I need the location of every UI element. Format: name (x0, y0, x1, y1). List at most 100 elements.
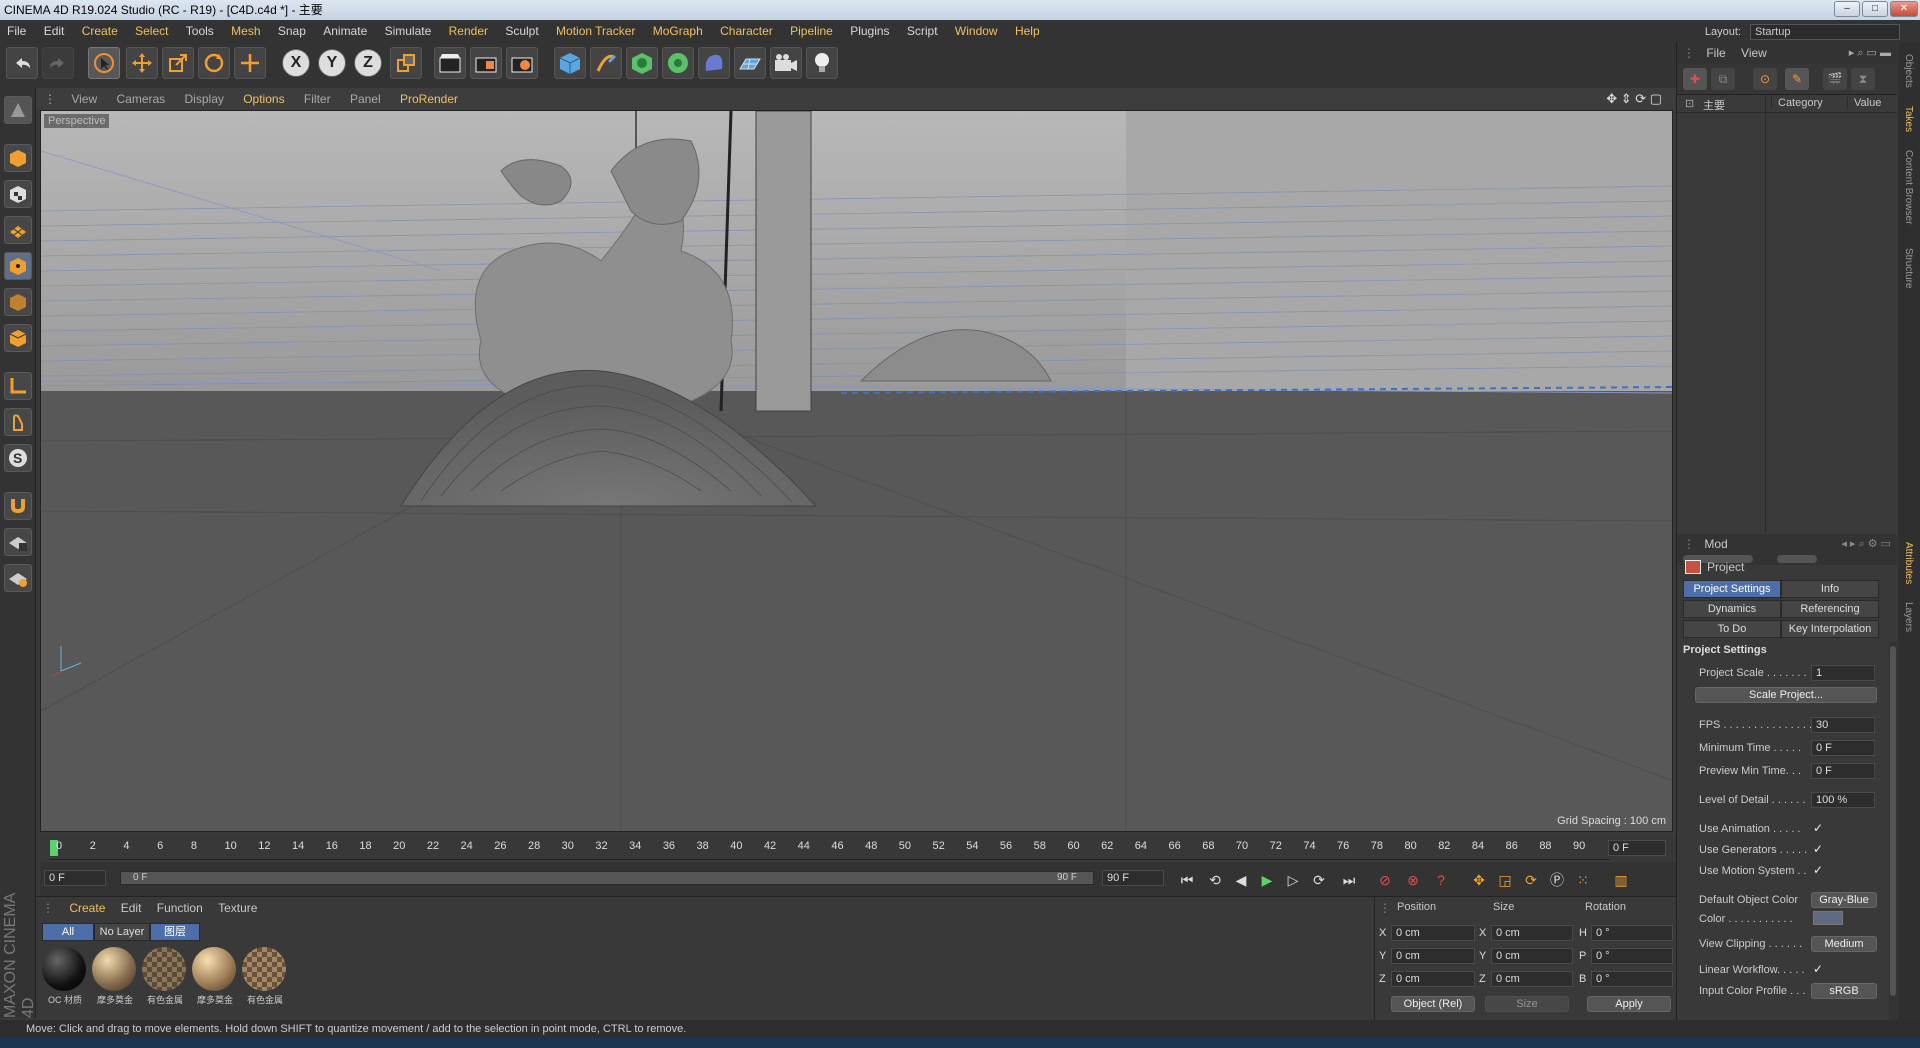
tab-key-interpolation[interactable]: Key Interpolation (1781, 620, 1879, 638)
menu-script[interactable]: Script (900, 20, 945, 42)
expand-icon[interactable]: ⊡ (1685, 97, 1694, 110)
viewport-menu-display[interactable]: Display (177, 88, 232, 110)
side-tab-objects[interactable]: Objects (1903, 54, 1914, 88)
rotate-icon[interactable] (198, 47, 230, 79)
minimum-time-field[interactable]: 0 F (1811, 740, 1875, 756)
render-to-picture-viewer-icon[interactable] (470, 47, 502, 79)
solo-mode-icon[interactable]: S (4, 444, 32, 472)
menu-motion-tracker[interactable]: Motion Tracker (549, 20, 642, 42)
close-button[interactable]: ✕ (1890, 1, 1918, 17)
tweak-mode-icon[interactable] (4, 408, 32, 436)
viewport-menu-options[interactable]: Options (235, 88, 292, 110)
record-position-icon[interactable]: ✥ (1468, 870, 1490, 890)
cube-primitive-icon[interactable] (554, 47, 586, 79)
objects-toolbar-icons[interactable]: ▸ ⌕ ▭ ▬ (1849, 42, 1891, 64)
size-z-field[interactable]: 0 cm (1491, 971, 1573, 987)
attributes-toolbar-icons[interactable]: ◂ ▸ ⌕ ⚙ ▭ (1841, 534, 1891, 554)
next-frame-icon[interactable]: ▷ (1282, 870, 1304, 890)
frame-range-slider[interactable]: 0 F 90 F (120, 871, 1094, 885)
workplane-align-icon[interactable] (4, 564, 32, 592)
input-color-profile-dropdown[interactable]: sRGB (1811, 983, 1877, 999)
render-settings-icon[interactable] (506, 47, 538, 79)
timeline-ruler[interactable]: 0 2 4 6 8 10 12 14 16 18 20 22 24 26 28 30 32 34 36 38 40 42 4… (40, 836, 1676, 860)
tab-referencing[interactable]: Referencing (1781, 600, 1879, 618)
take-new-icon[interactable]: ✚ (1683, 68, 1707, 90)
goto-end-icon[interactable]: ⏭ (1338, 870, 1360, 890)
y-axis-lock-icon[interactable]: Y (318, 49, 346, 77)
apply-button[interactable]: Apply (1587, 996, 1671, 1012)
record-active-objects-icon[interactable]: ⊘ (1374, 870, 1396, 890)
menu-file[interactable]: File (0, 20, 33, 42)
material-item[interactable]: 摩多莫金 (92, 947, 138, 1009)
menu-sculpt[interactable]: Sculpt (498, 20, 545, 42)
workplane-lock-icon[interactable] (4, 528, 32, 556)
side-tab-takes[interactable]: Takes (1903, 106, 1914, 132)
viewport-menu-cameras[interactable]: Cameras (108, 88, 173, 110)
filter-no-layer-tab[interactable]: No Layer (94, 923, 150, 941)
tab-project-settings[interactable]: Project Settings (1683, 580, 1781, 598)
viewport-perspective[interactable]: Perspective Grid Spacing : 100 cm (40, 110, 1673, 832)
x-axis-lock-icon[interactable]: X (282, 49, 310, 77)
viewport-nav-icons[interactable]: ✥ ⇕ ⟳ ▢ (1598, 88, 1670, 110)
side-tab-layers[interactable]: Layers (1903, 602, 1914, 632)
model-mode-icon[interactable] (4, 144, 32, 172)
record-scale-icon[interactable]: ◲ (1494, 870, 1516, 890)
side-tab-structure[interactable]: Structure (1903, 248, 1914, 289)
material-menu-edit[interactable]: Edit (115, 897, 148, 919)
redo-icon[interactable] (42, 47, 74, 79)
scale-project-button[interactable]: Scale Project... (1695, 687, 1877, 703)
filter-all-tab[interactable]: All (42, 923, 94, 941)
take-override-icon[interactable]: ⊙ (1753, 68, 1777, 90)
scrollbar-thumb[interactable] (1890, 646, 1896, 996)
material-menu-function[interactable]: Function (151, 897, 209, 919)
rotation-b-field[interactable]: 0 ° (1591, 971, 1673, 987)
take-render-icon[interactable]: 🎬 (1823, 68, 1847, 90)
size-mode-dropdown[interactable]: Size (1485, 996, 1569, 1012)
position-y-field[interactable]: 0 cm (1391, 948, 1475, 964)
render-view-icon[interactable] (434, 47, 466, 79)
edges-mode-icon[interactable] (4, 288, 32, 316)
make-editable-icon[interactable] (4, 96, 32, 124)
menu-mograph[interactable]: MoGraph (646, 20, 710, 42)
scrollbar-thumb[interactable] (1777, 555, 1817, 563)
deformer-icon[interactable] (698, 47, 730, 79)
fps-field[interactable]: 30 (1811, 717, 1875, 733)
keyframe-selection-icon[interactable]: ? (1430, 870, 1452, 890)
menu-window[interactable]: Window (948, 20, 1005, 42)
viewport-menu-view[interactable]: View (63, 88, 105, 110)
menu-animate[interactable]: Animate (316, 20, 374, 42)
scale-icon[interactable] (162, 47, 194, 79)
minimize-button[interactable]: – (1834, 1, 1860, 17)
timeline-end-field[interactable]: 90 F (1102, 870, 1164, 886)
takes-root-item[interactable]: 主要 (1703, 97, 1725, 113)
camera-icon[interactable] (770, 47, 802, 79)
light-icon[interactable] (806, 47, 838, 79)
color-swatch[interactable] (1813, 911, 1843, 925)
menu-mesh[interactable]: Mesh (224, 20, 267, 42)
position-z-field[interactable]: 0 cm (1391, 971, 1475, 987)
rotation-h-field[interactable]: 0 ° (1591, 925, 1673, 941)
timeline-layout-icon[interactable]: ▥ (1610, 870, 1632, 890)
subdivision-surface-icon[interactable] (626, 47, 658, 79)
objects-menu-view[interactable]: View (1735, 42, 1773, 64)
use-motion-system-checkbox[interactable]: ✓ (1813, 863, 1823, 877)
view-clipping-dropdown[interactable]: Medium (1811, 936, 1877, 952)
menu-plugins[interactable]: Plugins (843, 20, 896, 42)
material-item[interactable]: 摩多莫金 (192, 947, 238, 1009)
size-y-field[interactable]: 0 cm (1491, 948, 1573, 964)
material-menu-texture[interactable]: Texture (212, 897, 263, 919)
live-selection-icon[interactable] (88, 47, 120, 79)
menu-select[interactable]: Select (128, 20, 175, 42)
coordinate-system-icon[interactable] (390, 47, 422, 79)
side-tab-attributes[interactable]: Attributes (1903, 542, 1914, 584)
take-auto-icon[interactable]: ✎ (1785, 68, 1809, 90)
cloner-icon[interactable] (662, 47, 694, 79)
timeline-track[interactable]: 0 2 4 6 8 10 12 14 16 18 20 22 24 26 28 30 32 34 36 38 40 42 4… (50, 836, 1610, 860)
snapping-icon[interactable] (4, 492, 32, 520)
menu-render[interactable]: Render (442, 20, 495, 42)
attributes-mode-menu[interactable]: Mod (1700, 534, 1731, 554)
layout-dropdown[interactable]: Startup (1750, 24, 1900, 40)
autokeying-icon[interactable]: ⊗ (1402, 870, 1424, 890)
level-of-detail-field[interactable]: 100 % (1811, 792, 1875, 808)
use-generators-checkbox[interactable]: ✓ (1813, 842, 1823, 856)
